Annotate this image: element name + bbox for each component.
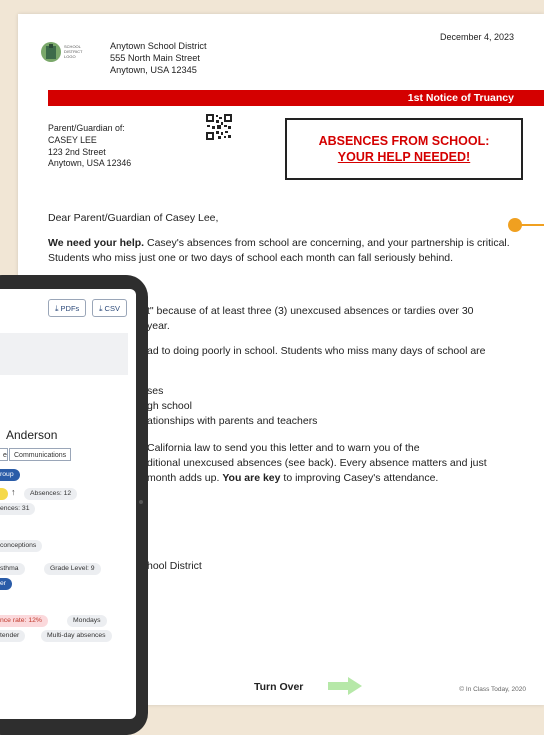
text-fragment: hool District [147, 560, 202, 572]
student-city: Anytown, USA 12346 [48, 158, 132, 169]
paragraph-1: We need your help. Casey's absences from… [48, 236, 528, 265]
notice-banner: 1st Notice of Truancy [48, 90, 544, 106]
absence-rate-pill: nce rate: 12% [0, 615, 48, 627]
text-fragment: ationships with parents and teachers [147, 415, 318, 427]
district-address: Anytown School District 555 North Main S… [110, 40, 207, 76]
text-fragment: year. [147, 320, 170, 332]
group-pill: roup [0, 469, 20, 481]
tab-communications[interactable]: Communications [9, 448, 72, 461]
para1-bold: We need your help. [48, 237, 145, 249]
text-fragment: ad to doing poorly in school. Students w… [147, 345, 486, 357]
recipient-address: Parent/Guardian of: CASEY LEE 123 2nd St… [48, 123, 131, 170]
school-district-logo-icon: SCHOOL DISTRICT LOGO [41, 42, 83, 62]
letter-date: December 4, 2023 [439, 32, 514, 42]
multi-day-absences-pill: Multi-day absences [41, 630, 112, 642]
district-city: Anytown, USA 12345 [110, 65, 197, 75]
salutation: Dear Parent/Guardian of Casey Lee, [48, 212, 219, 224]
parent-label: Parent/Guardian of: [48, 123, 125, 133]
text-fragment: t" because of at least three (3) unexcus… [147, 305, 474, 317]
absences-total-pill: ences: 31 [0, 503, 36, 515]
turn-over-label: Turn Over [254, 681, 304, 693]
tab-partial[interactable]: e [0, 448, 8, 461]
misconceptions-pill: conceptions [0, 540, 43, 552]
frag9-a: month adds up. [147, 472, 223, 484]
attender-pill: tender [0, 630, 26, 642]
alert-line-2: YOUR HELP NEEDED! [337, 150, 471, 164]
info-panel [0, 333, 128, 375]
alert-box: ABSENCES FROM SCHOOL: YOUR HELP NEEDED! [285, 118, 523, 180]
pdfs-label: PDFs [60, 304, 80, 313]
district-street: 555 North Main Street [110, 53, 200, 63]
alert-line-1: ABSENCES FROM SCHOOL: [318, 134, 490, 148]
copyright: © In Class Today, 2020 [459, 686, 526, 693]
tablet-device: ⤓ PDFs ⤓ CSV Anderson e Communications rou… [0, 275, 148, 735]
frag9-bold: You are key [222, 472, 281, 484]
download-icon: ⤓ [99, 304, 103, 313]
up-arrow-icon: ↑ [11, 487, 16, 497]
qr-code-icon [206, 114, 232, 140]
camera-icon [139, 500, 143, 504]
text-fragment: gh school [147, 400, 192, 412]
student-name: CASEY LEE [48, 134, 97, 145]
text-fragment: ditional unexcused absences (see back). … [147, 457, 487, 469]
text-fragment: California law to send you this letter a… [147, 442, 420, 454]
svg-text:LOGO: LOGO [64, 54, 76, 59]
tablet-screen: ⤓ PDFs ⤓ CSV Anderson e Communications rou… [0, 289, 136, 719]
download-csv-button[interactable]: ⤓ CSV [92, 299, 127, 317]
status-badge [0, 488, 8, 500]
csv-label: CSV [104, 304, 120, 313]
asthma-pill: sthma [0, 563, 25, 575]
arrow-right-icon [328, 677, 362, 695]
text-fragment: ses [147, 385, 164, 397]
notice-title: 1st Notice of Truancy [407, 92, 514, 104]
annotation-line [520, 224, 544, 226]
student-name-heading: Anderson [6, 428, 58, 442]
absences-pill: Absences: 12 [24, 488, 78, 500]
grade-level-pill: Grade Level: 9 [44, 563, 101, 575]
student-street: 123 2nd Street [48, 146, 106, 157]
district-name: Anytown School District [110, 41, 207, 51]
frag9-c: to improving Casey's attendance. [280, 472, 439, 484]
mondays-pill: Mondays [67, 615, 107, 627]
text-fragment: month adds up. You are key to improving … [147, 471, 438, 486]
tag-pill: er [0, 578, 13, 590]
download-icon: ⤓ [55, 304, 59, 313]
download-pdfs-button[interactable]: ⤓ PDFs [48, 299, 87, 317]
